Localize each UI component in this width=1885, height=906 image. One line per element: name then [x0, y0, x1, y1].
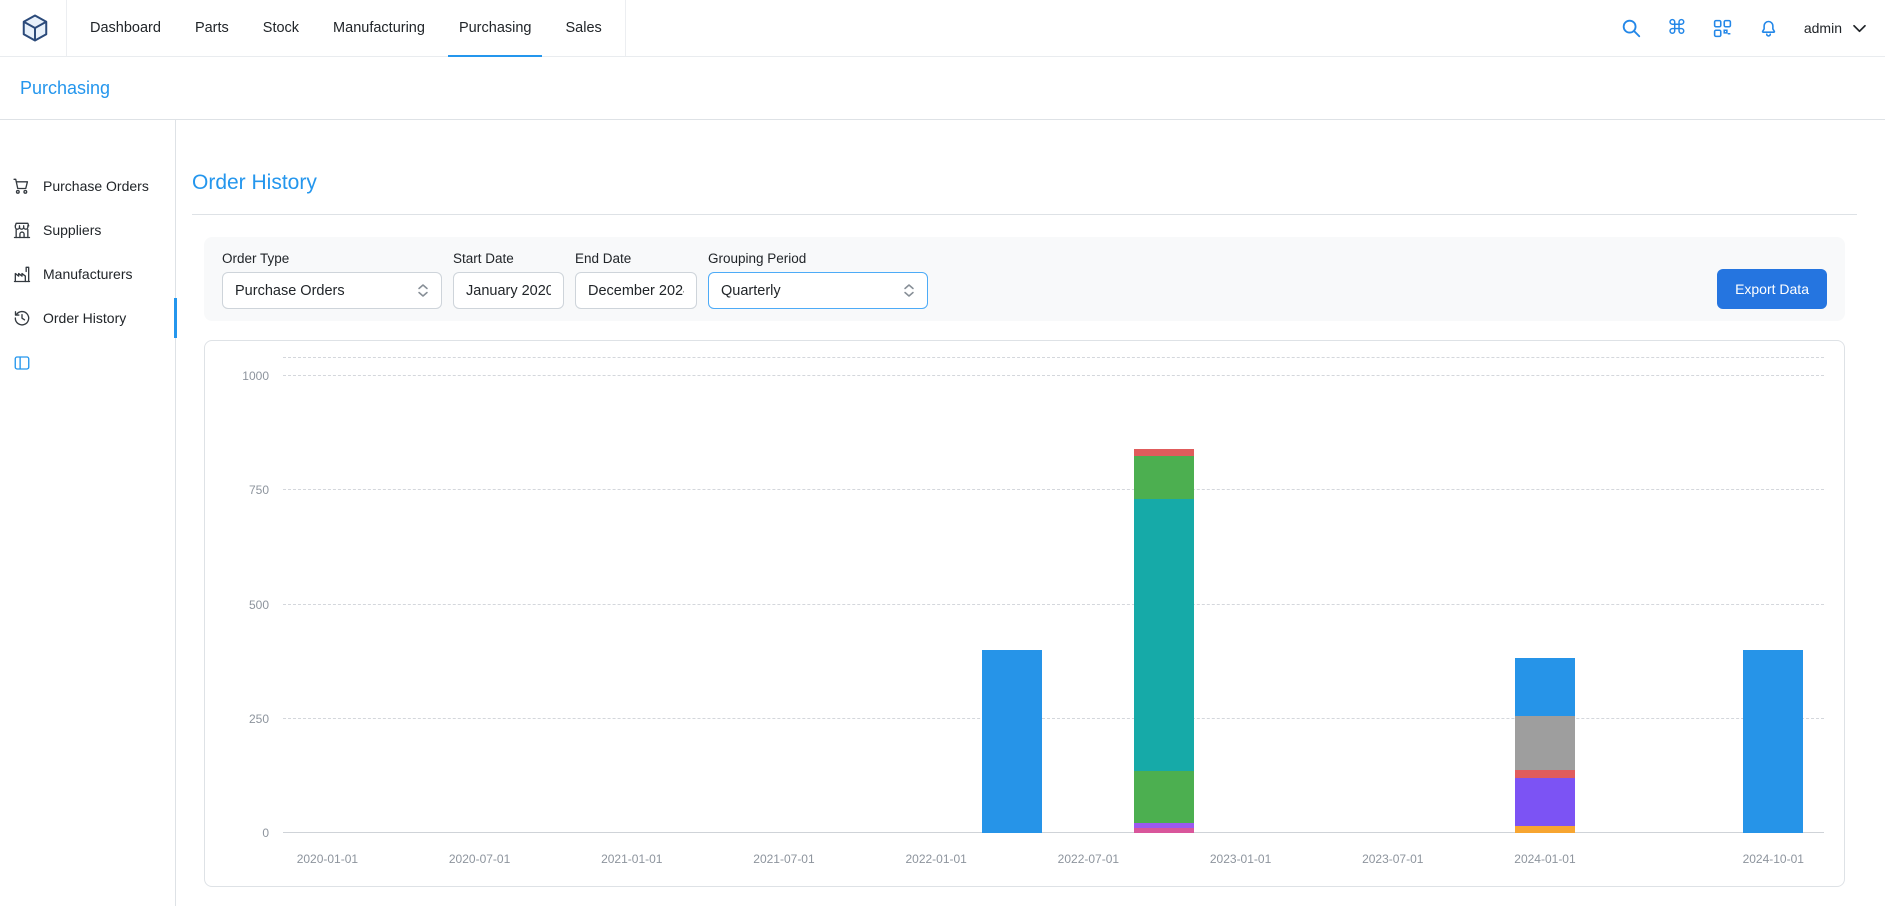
history-icon	[12, 308, 32, 328]
bar-segment-blue	[1743, 650, 1803, 833]
order-type-field: Order Type Purchase Orders	[222, 251, 442, 309]
user-menu[interactable]: admin	[1804, 20, 1867, 36]
breadcrumb-item-purchasing[interactable]: Purchasing	[20, 78, 110, 99]
bar-segment-orange	[1515, 826, 1575, 833]
app-logo-icon[interactable]	[18, 11, 52, 45]
x-tick-label: 2024-10-01	[1743, 852, 1804, 866]
y-tick-label: 0	[262, 826, 269, 840]
x-tick-label: 2023-01-01	[1210, 852, 1271, 866]
sidebar-item-label: Suppliers	[43, 222, 101, 238]
bar-2024-01-01[interactable]	[1515, 658, 1575, 833]
end-date-field: End Date	[575, 251, 697, 309]
grouping-period-field: Grouping Period Quarterly	[708, 251, 928, 309]
x-tick-label: 2020-01-01	[297, 852, 358, 866]
title-divider	[192, 214, 1857, 215]
sidebar-item-purchase-orders[interactable]: Purchase Orders	[0, 164, 175, 208]
export-data-button[interactable]: Export Data	[1717, 269, 1827, 309]
sidebar-item-suppliers[interactable]: Suppliers	[0, 208, 175, 252]
chart-panel: 0 250 500 750 1000 2020-01-01 2020-07-01 2021-0…	[204, 340, 1845, 887]
sidebar-item-label: Manufacturers	[43, 266, 132, 282]
building-store-icon	[12, 220, 32, 240]
command-palette-icon[interactable]: ⌘	[1667, 18, 1687, 38]
end-date-input[interactable]	[575, 272, 697, 309]
sidebar-item-order-history[interactable]: Order History	[0, 296, 175, 340]
end-date-label: End Date	[575, 251, 697, 266]
y-gridline-250	[283, 718, 1824, 719]
bar-2024-10-01[interactable]	[1743, 650, 1803, 833]
bar-segment-pink	[1134, 828, 1194, 833]
bar-segment-green-2	[1134, 456, 1194, 499]
x-tick-label: 2022-07-01	[1058, 852, 1119, 866]
chevron-up-down-icon	[417, 283, 429, 298]
filter-panel: Order Type Purchase Orders Start Date En…	[204, 237, 1845, 321]
sidebar-collapse-icon[interactable]	[13, 354, 31, 372]
grouping-period-select[interactable]: Quarterly	[708, 272, 928, 309]
nav-tab-manufacturing[interactable]: Manufacturing	[316, 0, 442, 56]
top-navbar: Dashboard Parts Stock Manufacturing Purc…	[0, 0, 1885, 57]
y-gridline-500	[283, 604, 1824, 605]
sidebar: Purchase Orders Suppliers	[0, 120, 176, 906]
building-factory-icon	[12, 264, 32, 284]
y-gridline-750	[283, 489, 1824, 490]
nav-tab-purchasing[interactable]: Purchasing	[442, 0, 549, 56]
bar-segment-gray	[1515, 716, 1575, 770]
page-title: Order History	[192, 168, 1857, 198]
start-date-label: Start Date	[453, 251, 564, 266]
x-tick-label: 2022-01-01	[905, 852, 966, 866]
nav-tab-parts[interactable]: Parts	[178, 0, 246, 56]
shopping-cart-icon	[12, 176, 32, 196]
x-tick-label: 2024-01-01	[1514, 852, 1575, 866]
sidebar-item-label: Order History	[43, 310, 126, 326]
bar-segment-red	[1134, 449, 1194, 456]
chevron-up-down-icon	[903, 283, 915, 298]
x-tick-label: 2020-07-01	[449, 852, 510, 866]
bar-segment-red	[1515, 770, 1575, 778]
order-type-value: Purchase Orders	[235, 283, 345, 299]
order-type-select[interactable]: Purchase Orders	[222, 272, 442, 309]
y-gridline-0	[283, 832, 1824, 833]
order-type-label: Order Type	[222, 251, 442, 266]
notifications-bell-icon[interactable]	[1758, 18, 1779, 39]
nav-tab-sales[interactable]: Sales	[548, 0, 618, 56]
main-content: Order History Order Type Purchase Orders…	[176, 120, 1885, 906]
bar-segment-violet	[1515, 778, 1575, 826]
bar-segment-green	[1134, 771, 1194, 823]
y-tick-label: 1000	[242, 369, 269, 383]
y-gridline-1000	[283, 375, 1824, 376]
grouping-period-label: Grouping Period	[708, 251, 928, 266]
bar-segment-blue	[1515, 658, 1575, 716]
x-tick-label: 2021-07-01	[753, 852, 814, 866]
sidebar-item-label: Purchase Orders	[43, 178, 149, 194]
bar-2022-10-01[interactable]	[1134, 449, 1194, 833]
bar-segment-blue	[982, 650, 1042, 833]
start-date-field: Start Date	[453, 251, 564, 309]
grouping-period-value: Quarterly	[721, 283, 781, 299]
chart-top-gridline	[283, 357, 1824, 358]
x-tick-label: 2023-07-01	[1362, 852, 1423, 866]
nav-tab-stock[interactable]: Stock	[246, 0, 316, 56]
start-date-input[interactable]	[453, 272, 564, 309]
chevron-down-icon	[1852, 23, 1867, 34]
username-label: admin	[1804, 20, 1842, 36]
navbar-actions: ⌘ admin	[1620, 17, 1867, 39]
y-tick-label: 750	[249, 483, 269, 497]
x-tick-label: 2021-01-01	[601, 852, 662, 866]
chart-plot-area: 025050075010002020-01-012020-07-012021-0…	[283, 357, 1824, 833]
y-tick-label: 250	[249, 712, 269, 726]
search-icon[interactable]	[1620, 17, 1642, 39]
sidebar-item-manufacturers[interactable]: Manufacturers	[0, 252, 175, 296]
y-tick-label: 500	[249, 598, 269, 612]
bar-segment-teal	[1134, 499, 1194, 771]
breadcrumb: Purchasing	[0, 57, 1885, 120]
main-nav-tabs: Dashboard Parts Stock Manufacturing Purc…	[66, 0, 626, 56]
nav-tab-dashboard[interactable]: Dashboard	[73, 0, 178, 56]
barcode-scan-icon[interactable]	[1712, 18, 1733, 39]
bar-2022-04-01[interactable]	[982, 650, 1042, 833]
